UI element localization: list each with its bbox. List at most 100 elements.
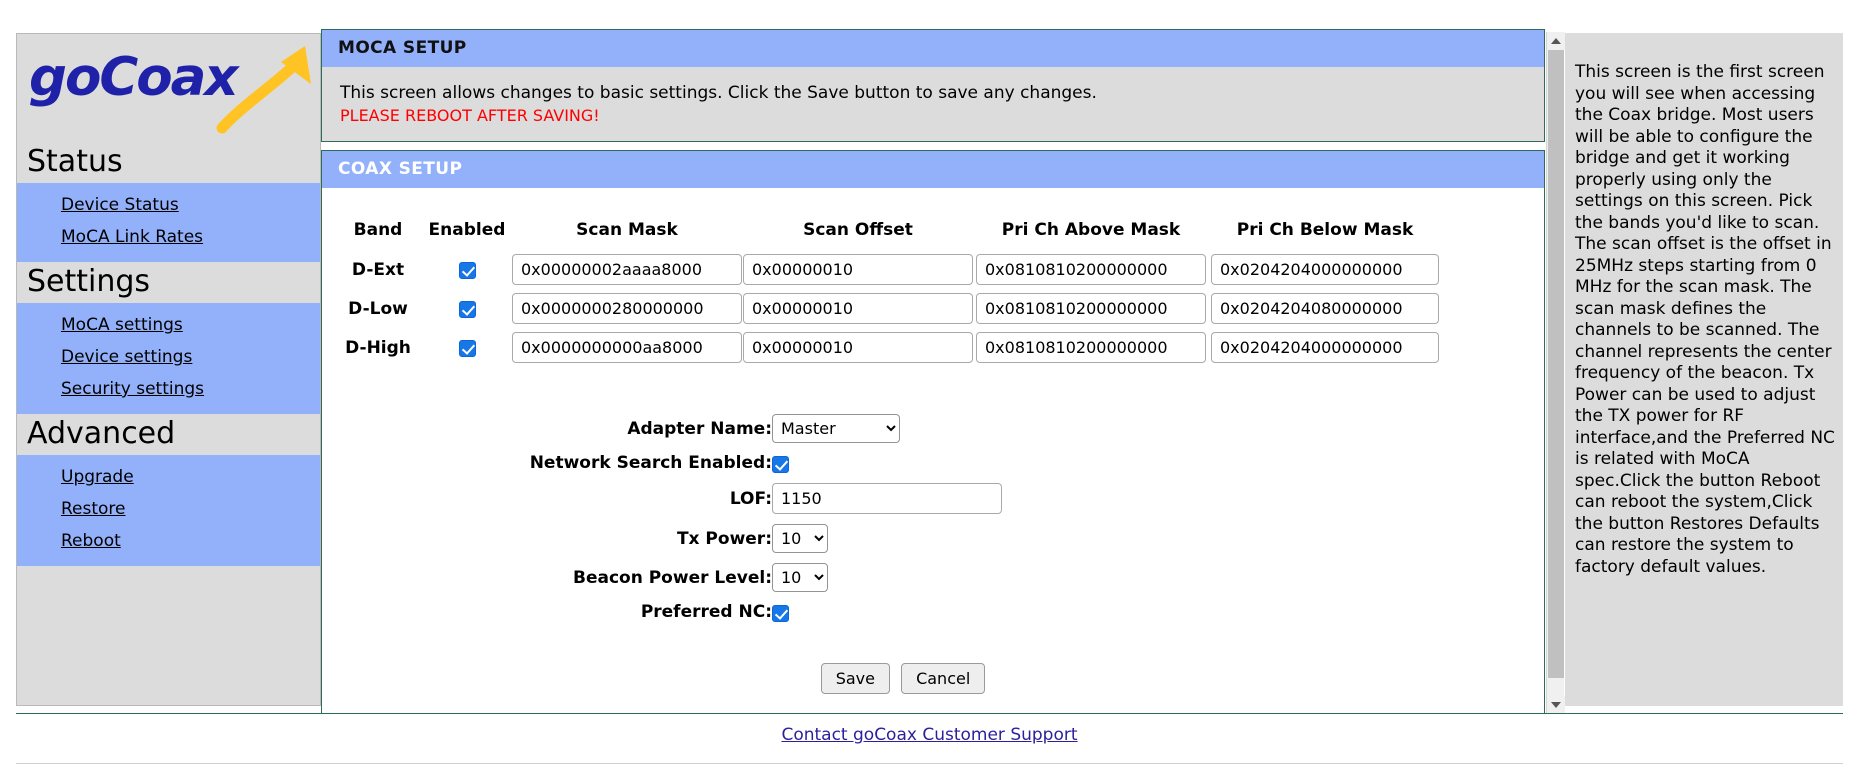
upward-arrow-icon (216, 46, 311, 134)
cancel-button[interactable]: Cancel (901, 663, 986, 694)
band-label-d-high: D-High (334, 328, 422, 367)
moca-setup-description: This screen allows changes to basic sett… (340, 83, 1097, 103)
sidebar-item-restore[interactable]: Restore (17, 493, 320, 525)
form-row-lof: LOF: (452, 478, 1002, 519)
network-search-cell (772, 448, 1002, 478)
moca-setup-warning: PLEASE REBOOT AFTER SAVING! (340, 106, 600, 125)
form-row-tx-power: Tx Power: 10 (452, 519, 1002, 558)
pri-ch-below-cell-d-low (1208, 289, 1442, 328)
sidebar-item-upgrade[interactable]: Upgrade (17, 461, 320, 493)
sidebar-item-reboot[interactable]: Reboot (17, 525, 320, 557)
scan-offset-cell-d-low (742, 289, 974, 328)
col-header-band: Band (353, 220, 403, 240)
col-header-scan-mask: Scan Mask (576, 220, 678, 240)
enabled-checkbox-d-ext[interactable] (458, 262, 476, 279)
sidebar-heading-status: Status (17, 142, 320, 183)
col-header-scan-offset: Scan Offset (803, 220, 913, 240)
help-panel-text: This screen is the first screen you will… (1575, 62, 1841, 577)
form-row-preferred-nc: Preferred NC: (452, 597, 1002, 627)
sidebar-item-security-settings[interactable]: Security settings (17, 373, 320, 405)
preferred-nc-cell (772, 597, 1002, 627)
band-label-d-ext: D-Ext (351, 259, 405, 280)
sidebar-section-status: Status Device Status MoCA Link Rates (17, 142, 320, 262)
table-row: D-High (334, 328, 1442, 367)
sidebar-heading-settings: Settings (17, 262, 320, 303)
scan-offset-input-d-low[interactable] (743, 293, 973, 324)
scan-mask-input-d-high[interactable] (512, 332, 742, 363)
pri-ch-above-mask-input-d-ext[interactable] (976, 254, 1206, 285)
scroll-down-button[interactable] (1547, 696, 1565, 714)
scroll-up-arrow-icon (1551, 38, 1561, 44)
moca-setup-body: This screen allows changes to basic sett… (322, 67, 1544, 141)
band-label-d-high-text: D-High (345, 337, 411, 358)
table-header-row: Band Enabled Scan Mask Scan Offset Pri C… (334, 220, 1442, 250)
network-search-checkbox[interactable] (772, 455, 789, 473)
scan-mask-input-d-ext[interactable] (512, 254, 742, 285)
enabled-checkbox-d-high[interactable] (458, 340, 476, 357)
scroll-up-button[interactable] (1547, 32, 1565, 50)
tx-power-select[interactable]: 10 (772, 524, 828, 553)
table-row: D-Low (334, 289, 1442, 328)
scan-offset-cell-d-high (742, 328, 974, 367)
scroll-down-arrow-icon (1551, 702, 1561, 708)
pri-ch-below-mask-input-d-ext[interactable] (1211, 254, 1439, 285)
band-settings-table: Band Enabled Scan Mask Scan Offset Pri C… (334, 220, 1442, 367)
sidebar: goCoax Status Device Status MoCA Link Ra… (16, 33, 321, 706)
sidebar-item-device-settings[interactable]: Device settings (17, 341, 320, 373)
form-row-adapter-name: Adapter Name: Master (452, 409, 1002, 448)
pri-ch-above-mask-input-d-high[interactable] (976, 332, 1206, 363)
band-enabled-cell-d-low (422, 289, 512, 328)
content-scrollbar[interactable] (1546, 32, 1565, 714)
pri-ch-above-cell-d-high (974, 328, 1208, 367)
footer: Contact goCoax Customer Support (16, 713, 1843, 764)
scan-offset-input-d-ext[interactable] (743, 254, 973, 285)
col-header-pri-ch-below-mask: Pri Ch Below Mask (1236, 220, 1414, 240)
sidebar-group-status: Device Status MoCA Link Rates (17, 183, 320, 262)
tx-power-cell: 10 (772, 519, 1002, 558)
scrollbar-thumb[interactable] (1548, 50, 1564, 678)
table-row: D-Ext (334, 250, 1442, 289)
pri-ch-below-mask-input-d-low[interactable] (1211, 293, 1439, 324)
coax-setup-title: COAX SETUP (322, 151, 1544, 188)
lof-cell (772, 478, 1002, 519)
preferred-nc-checkbox[interactable] (772, 604, 789, 622)
col-header-enabled: Enabled (428, 220, 506, 240)
scan-mask-input-d-low[interactable] (512, 293, 742, 324)
beacon-power-select[interactable]: 10 (772, 563, 828, 592)
page-root: goCoax Status Device Status MoCA Link Ra… (0, 0, 1859, 778)
save-button[interactable]: Save (820, 663, 890, 694)
form-actions: Save Cancel (322, 663, 1544, 694)
tx-power-label: Tx Power: (676, 528, 772, 549)
network-search-label: Network Search Enabled: (529, 453, 772, 473)
sidebar-item-moca-link-rates[interactable]: MoCA Link Rates (17, 221, 320, 253)
adapter-name-select[interactable]: Master (772, 414, 900, 443)
enabled-checkbox-d-low[interactable] (458, 301, 476, 318)
settings-form-table: Adapter Name: Master Network Search Enab… (452, 409, 1002, 627)
sidebar-heading-advanced: Advanced (17, 414, 320, 455)
sidebar-item-moca-settings[interactable]: MoCA settings (17, 309, 320, 341)
sidebar-section-settings: Settings MoCA settings Device settings S… (17, 262, 320, 414)
preferred-nc-label: Preferred NC: (640, 602, 772, 622)
main-content: MOCA SETUP This screen allows changes to… (321, 29, 1545, 719)
sidebar-group-settings: MoCA settings Device settings Security s… (17, 303, 320, 414)
form-row-network-search: Network Search Enabled: (452, 448, 1002, 478)
moca-setup-title: MOCA SETUP (322, 30, 1544, 67)
adapter-name-cell: Master (772, 409, 1002, 448)
coax-setup-body: Band Enabled Scan Mask Scan Offset Pri C… (322, 188, 1544, 714)
pri-ch-below-mask-input-d-high[interactable] (1211, 332, 1439, 363)
adapter-name-label: Adapter Name: (627, 418, 772, 439)
pri-ch-below-cell-d-high (1208, 328, 1442, 367)
contact-support-link[interactable]: Contact goCoax Customer Support (781, 725, 1077, 745)
scan-mask-cell-d-ext (512, 250, 742, 289)
band-enabled-cell-d-ext (422, 250, 512, 289)
sidebar-section-advanced: Advanced Upgrade Restore Reboot (17, 414, 320, 566)
scan-mask-cell-d-high (512, 328, 742, 367)
form-row-beacon-power: Beacon Power Level: 10 (452, 558, 1002, 597)
sidebar-item-device-status[interactable]: Device Status (17, 189, 320, 221)
band-enabled-cell-d-high (422, 328, 512, 367)
scan-offset-cell-d-ext (742, 250, 974, 289)
pri-ch-above-mask-input-d-low[interactable] (976, 293, 1206, 324)
lof-input[interactable] (772, 483, 1002, 514)
pri-ch-below-cell-d-ext (1208, 250, 1442, 289)
scan-offset-input-d-high[interactable] (743, 332, 973, 363)
